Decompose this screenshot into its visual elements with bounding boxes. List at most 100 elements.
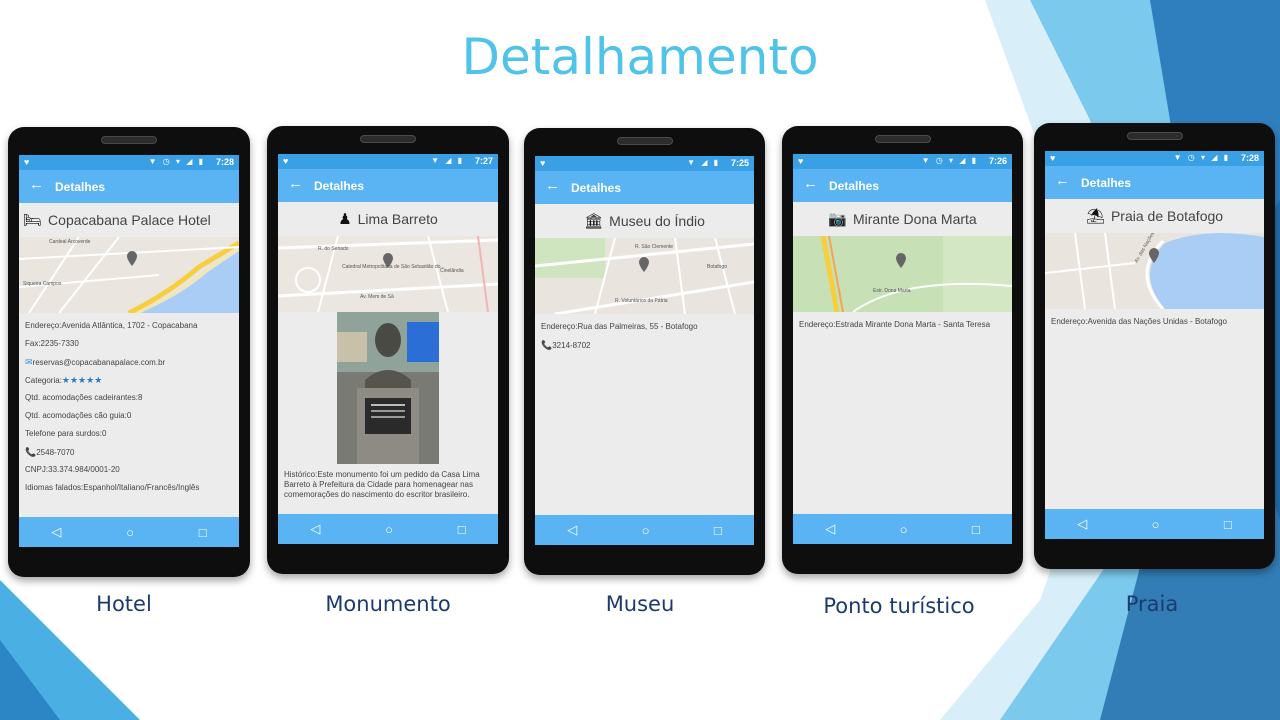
app-bar: ← Detalhes [793, 169, 1012, 202]
phone-monument: ♥ ▼ ◢ ▮ 7:27 ← Detalhes ♟ Lima Barreto C… [267, 126, 509, 574]
place-title: Mirante Dona Marta [852, 211, 977, 227]
notification-icon: ♥ [798, 156, 804, 166]
monument-icon: ♟ [338, 211, 352, 228]
nav-recent-button[interactable]: □ [199, 525, 207, 540]
phone-row[interactable]: 📞3214-8702 [541, 336, 748, 354]
address-text: Endereço:Estrada Mirante Dona Marta - Sa… [799, 320, 991, 329]
phone-text: 2548-7070 [36, 448, 75, 457]
address-text: Endereço:Avenida Atlântica, 1702 - Copac… [25, 321, 198, 330]
fax-text: Fax:2235-7330 [25, 339, 79, 348]
app-bar-title: Detalhes [571, 181, 622, 195]
nav-back-button[interactable]: ◁ [825, 521, 835, 537]
map-label: Catedral Metropolitana de São Sebastião … [342, 264, 445, 270]
nav-recent-button[interactable]: □ [1224, 517, 1232, 532]
arrow-back-icon[interactable]: ← [29, 176, 44, 193]
address-text: Endereço:Rua das Palmeiras, 55 - Botafog… [541, 322, 698, 331]
android-nav-bar: ◁ ○ □ [793, 514, 1012, 544]
phone-museum: ♥ ▼ ◢ ▮ 7:25 ← Detalhes 🏛 Museu do Índio… [524, 128, 765, 575]
notification-icon: ♥ [1050, 153, 1056, 163]
app-bar: ← Detalhes [535, 171, 754, 204]
app-bar: ← Detalhes [278, 169, 498, 202]
location-map[interactable]: Catedral Metropolitana de São Sebastião … [278, 236, 498, 312]
status-time: 7:26 [988, 156, 1007, 166]
nav-back-button[interactable]: ◁ [310, 521, 320, 537]
app-bar-title: Detalhes [55, 180, 106, 194]
nav-home-button[interactable]: ○ [1152, 517, 1160, 532]
map-label: Cinelândia [440, 268, 464, 274]
status-bar: ♥ ▼ ◷ ▾ ◢ ▮ 7:28 [1045, 151, 1264, 166]
map-label: R. São Clemente [635, 244, 673, 250]
place-header: 🛏 Copacabana Palace Hotel [19, 203, 239, 237]
caption-monument: Monumento [325, 592, 451, 616]
app-bar: ← Detalhes [1045, 166, 1264, 199]
phone-speaker [101, 136, 157, 144]
address-text: Endereço:Avenida das Nações Unidas - Bot… [1051, 317, 1227, 326]
phone-speaker [874, 135, 931, 143]
map-label: R. Voluntários da Pátria [615, 298, 668, 304]
android-nav-bar: ◁ ○ □ [278, 514, 498, 544]
caption-beach: Praia [1125, 592, 1179, 616]
caption-museum: Museu [605, 592, 675, 616]
nav-recent-button[interactable]: □ [714, 523, 722, 538]
nav-back-button[interactable]: ◁ [1077, 516, 1087, 532]
status-time: 7:25 [730, 158, 749, 168]
nav-back-button[interactable]: ◁ [51, 524, 61, 540]
phone-beach: ♥ ▼ ◷ ▾ ◢ ▮ 7:28 ← Detalhes ⛱ Praia de B… [1034, 123, 1275, 569]
map-label: Siqueira Campos [23, 281, 62, 287]
camera-icon: 📷 [828, 211, 847, 228]
location-map[interactable]: Av. das Nações Unidas [1045, 233, 1264, 309]
guide-dog-text: Qtd. acomodações cão guia:0 [25, 411, 132, 420]
monument-photo [337, 312, 439, 464]
phone-screen: ♥ ▼ ◷ ▾ ◢ ▮ 7:28 ← Detalhes 🛏 Copacabana… [19, 155, 239, 547]
email-row[interactable]: ✉reservas@copacabanapalace.com.br [25, 353, 233, 371]
android-nav-bar: ◁ ○ □ [19, 517, 239, 547]
nav-home-button[interactable]: ○ [126, 525, 134, 540]
status-time: 7:27 [474, 156, 493, 166]
nav-back-button[interactable]: ◁ [567, 522, 577, 538]
status-icons: ▼ ◷ ▾ ◢ ▮ [148, 157, 205, 166]
nav-home-button[interactable]: ○ [642, 523, 650, 538]
location-map[interactable]: R. São Clemente Botafogo R. Voluntários … [535, 238, 754, 314]
status-icons: ▼ ◢ ▮ [687, 158, 720, 167]
place-title: Praia de Botafogo [1110, 208, 1224, 224]
email-text: reservas@copacabanapalace.com.br [32, 358, 166, 367]
place-header: 🏛 Museu do Índio [535, 204, 754, 238]
place-title: Lima Barreto [357, 211, 438, 227]
place-header: 📷 Mirante Dona Marta [793, 202, 1012, 236]
details-list: Endereço:Estrada Mirante Dona Marta - Sa… [793, 312, 1012, 338]
slide-title: Detalhamento [461, 28, 819, 86]
location-map[interactable]: Cardeal Arcoverde Siqueira Campos [19, 237, 239, 313]
nav-recent-button[interactable]: □ [972, 522, 980, 537]
arrow-back-icon[interactable]: ← [288, 175, 303, 192]
app-bar-title: Detalhes [829, 179, 880, 193]
nav-recent-button[interactable]: □ [458, 522, 466, 537]
location-map[interactable]: Estr. Dona Marta [793, 236, 1012, 312]
phone-icon: 📞 [25, 447, 37, 457]
nav-home-button[interactable]: ○ [385, 522, 393, 537]
map-label: Cardeal Arcoverde [49, 239, 91, 245]
phone-speaker [616, 137, 673, 145]
arrow-back-icon[interactable]: ← [545, 177, 560, 194]
nav-home-button[interactable]: ○ [900, 522, 908, 537]
phone-row[interactable]: 📞2548-7070 [25, 443, 233, 461]
arrow-back-icon[interactable]: ← [1055, 172, 1070, 189]
phone-screen: ♥ ▼ ◷ ▾ ◢ ▮ 7:26 ← Detalhes 📷 Mirante Do… [793, 154, 1012, 544]
status-time: 7:28 [215, 157, 234, 167]
phone-screen: ♥ ▼ ◢ ▮ 7:25 ← Detalhes 🏛 Museu do Índio… [535, 156, 754, 545]
map-label: Botafogo [707, 264, 727, 270]
phone-text: 3214-8702 [552, 341, 591, 350]
app-bar-title: Detalhes [314, 179, 365, 193]
bed-icon: 🛏 [23, 212, 43, 229]
place-header: ♟ Lima Barreto [278, 202, 498, 236]
status-icons: ▼ ◷ ▾ ◢ ▮ [1173, 153, 1230, 162]
phone-screen: ♥ ▼ ◷ ▾ ◢ ▮ 7:28 ← Detalhes ⛱ Praia de B… [1045, 151, 1264, 539]
arrow-back-icon[interactable]: ← [803, 175, 818, 192]
wheelchair-text: Qtd. acomodações cadeirantes:8 [25, 393, 143, 402]
languages-text: Idiomas falados:Espanhol/Italiano/Francê… [25, 483, 200, 492]
details-list: Endereço:Avenida Atlântica, 1702 - Copac… [19, 313, 239, 501]
map-label: R. do Senado [318, 246, 349, 252]
map-label: Av. Mem de Sá [360, 294, 394, 300]
android-nav-bar: ◁ ○ □ [1045, 509, 1264, 539]
status-icons: ▼ ◢ ▮ [431, 156, 464, 165]
phone-icon: 📞 [541, 340, 553, 350]
